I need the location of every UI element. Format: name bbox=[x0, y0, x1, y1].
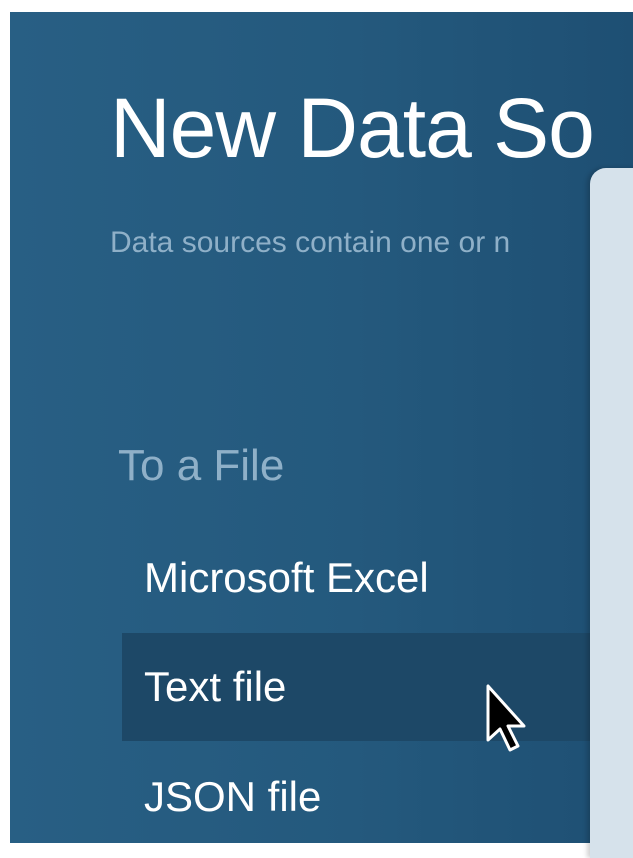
dialog-title: New Data So bbox=[110, 81, 595, 175]
microsoft-excel-option[interactable]: Microsoft Excel bbox=[122, 524, 602, 632]
json-file-option[interactable]: JSON file bbox=[122, 743, 602, 843]
text-file-label: Text file bbox=[144, 663, 287, 710]
arrow-cursor-icon bbox=[486, 684, 526, 752]
new-data-source-dialog: New Data So Data sources contain one or … bbox=[10, 12, 633, 843]
to-a-file-heading: To a File bbox=[118, 441, 285, 490]
microsoft-excel-label: Microsoft Excel bbox=[144, 554, 429, 601]
app-frame: New Data So Data sources contain one or … bbox=[0, 0, 633, 858]
json-file-label: JSON file bbox=[144, 773, 322, 820]
dialog-subtitle: Data sources contain one or n bbox=[110, 226, 511, 259]
overlay-panel bbox=[590, 168, 633, 858]
